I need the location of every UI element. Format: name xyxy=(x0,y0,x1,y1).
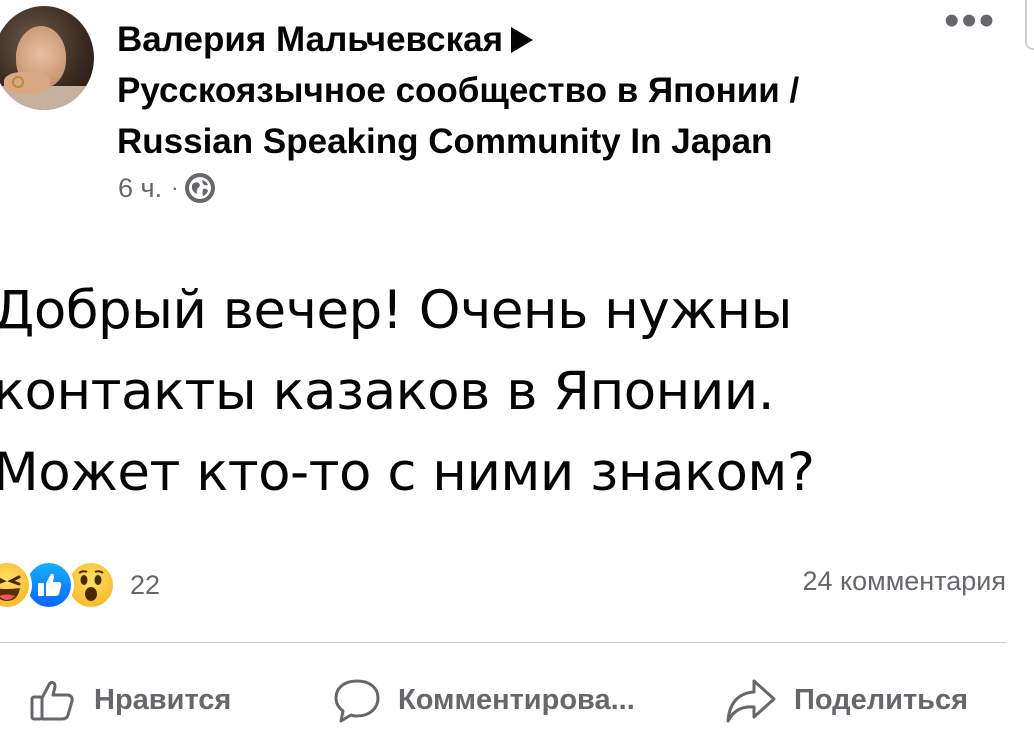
post-text-line: Может кто-то с ними знаком? xyxy=(0,442,815,503)
avatar-hand xyxy=(4,72,50,94)
triangle-arrow-icon xyxy=(511,27,534,53)
action-bar: Нравится Комментирова... Поделиться xyxy=(0,670,1034,730)
group-name-line2[interactable]: Russian Speaking Community In Japan xyxy=(117,116,937,167)
post-text-line: Добрый вечер! Очень нужны xyxy=(0,280,792,341)
haha-reaction-icon xyxy=(0,560,32,610)
post-header: Валерия Мальчевская Русскоязычное сообще… xyxy=(117,14,937,167)
share-button[interactable]: Поделиться xyxy=(724,670,968,730)
thumbs-up-icon xyxy=(30,681,74,721)
more-options-button[interactable]: ••• xyxy=(944,0,996,44)
comments-count[interactable]: 24 комментария xyxy=(802,566,1006,597)
divider xyxy=(0,642,1006,643)
author-avatar[interactable] xyxy=(0,6,94,110)
post-meta: 6 ч. · xyxy=(118,170,216,206)
author-name[interactable]: Валерия Мальчевская xyxy=(117,20,503,59)
group-name-line1[interactable]: Русскоязычное сообщество в Японии / xyxy=(117,65,937,116)
reactions-summary[interactable]: 22 xyxy=(0,560,160,610)
comment-button[interactable]: Комментирова... xyxy=(332,670,635,730)
post-time[interactable]: 6 ч. xyxy=(118,173,162,204)
scroll-edge xyxy=(1025,0,1034,50)
reaction-count[interactable]: 22 xyxy=(130,570,160,601)
like-label: Нравится xyxy=(94,683,232,716)
post-body: Добрый вечер! Очень нужны контакты казак… xyxy=(0,270,1023,513)
avatar-ring xyxy=(12,76,24,88)
globe-icon[interactable] xyxy=(185,173,216,203)
like-button[interactable]: Нравится xyxy=(28,670,231,730)
share-arrow-icon xyxy=(726,679,776,723)
share-label: Поделиться xyxy=(794,683,969,716)
comment-label: Комментирова... xyxy=(398,683,635,716)
comment-bubble-icon xyxy=(334,679,380,723)
post-text-line: контакты казаков в Японии. xyxy=(0,361,775,422)
meta-separator: · xyxy=(171,175,179,200)
